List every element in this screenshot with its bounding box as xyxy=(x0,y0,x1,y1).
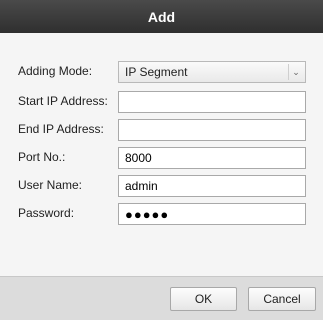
start-ip-label: Start IP Address: xyxy=(18,94,108,108)
dialog-title: Add xyxy=(147,8,176,25)
adding-mode-label: Adding Mode: xyxy=(18,64,93,78)
password-input[interactable]: ●●●●● xyxy=(118,203,306,225)
chevron-down-icon[interactable]: ⌄ xyxy=(288,64,303,80)
dialog-footer: OK Cancel xyxy=(0,276,323,320)
end-ip-input[interactable] xyxy=(118,119,306,141)
port-input[interactable]: 8000 xyxy=(118,147,306,169)
port-label: Port No.: xyxy=(18,150,66,164)
end-ip-label: End IP Address: xyxy=(18,122,104,136)
user-name-input[interactable]: admin xyxy=(118,175,306,197)
start-ip-input[interactable] xyxy=(118,91,306,113)
dialog-title-bar[interactable]: Add xyxy=(0,0,323,33)
password-label: Password: xyxy=(18,206,75,220)
adding-mode-value: IP Segment xyxy=(125,65,188,79)
adding-mode-select[interactable]: IP Segment ⌄ xyxy=(118,61,306,83)
cancel-button[interactable]: Cancel xyxy=(248,287,316,311)
ok-button[interactable]: OK xyxy=(170,287,237,311)
add-device-dialog: Add Adding Mode: IP Segment ⌄ Start IP A… xyxy=(0,0,323,320)
user-name-label: User Name: xyxy=(18,178,83,192)
